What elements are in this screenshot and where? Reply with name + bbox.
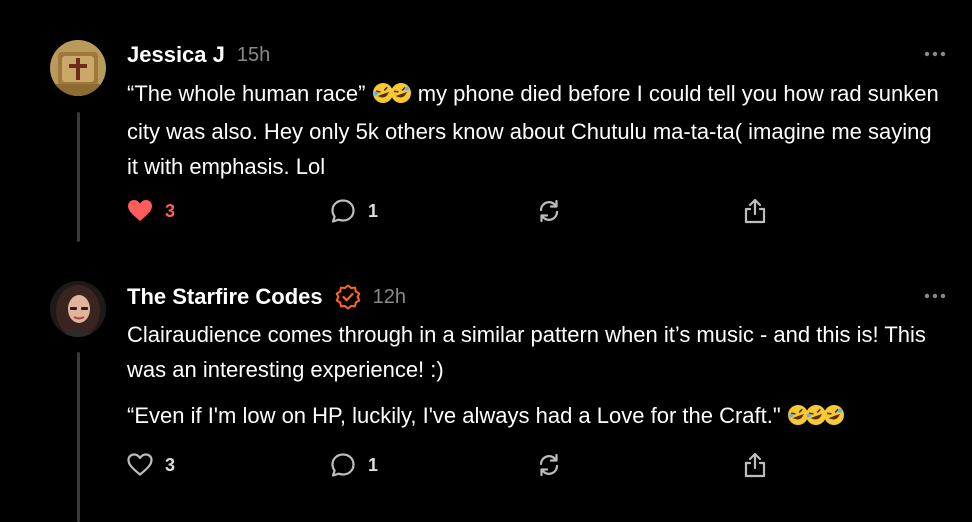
comment-header: The Starfire Codes 12h xyxy=(127,282,406,312)
thread-line xyxy=(77,352,80,522)
comment-paragraph: Clairaudience comes through in a similar… xyxy=(127,322,926,382)
comment-text: “Even if I'm low on HP, luckily, I've al… xyxy=(127,403,781,428)
reply-button[interactable]: 1 xyxy=(330,450,378,480)
heart-icon xyxy=(127,453,153,476)
like-count: 3 xyxy=(165,454,176,475)
comment-paragraph: “The whole human race” my phone died bef… xyxy=(127,76,947,184)
thread-line xyxy=(77,112,80,242)
comment-body: Clairaudience comes through in a similar… xyxy=(127,317,957,436)
avatar[interactable] xyxy=(50,40,106,96)
comment-header: Jessica J 15h xyxy=(127,40,270,70)
like-button[interactable]: 3 xyxy=(127,450,175,480)
like-count: 3 xyxy=(165,200,176,221)
restack-button[interactable] xyxy=(536,196,562,226)
like-button[interactable]: 3 xyxy=(127,196,175,226)
speech-bubble-icon xyxy=(331,453,355,477)
comment-text: “The whole human race” xyxy=(127,81,366,106)
speech-bubble-icon xyxy=(331,199,355,223)
reply-count: 1 xyxy=(368,200,379,221)
share-button[interactable] xyxy=(742,450,768,480)
comment-paragraph: “Even if I'm low on HP, luckily, I've al… xyxy=(127,398,957,436)
comment-actions: 3 1 xyxy=(127,450,787,480)
restack-arrows-icon xyxy=(539,199,559,223)
share-button[interactable] xyxy=(742,196,768,226)
more-dots-icon[interactable] xyxy=(924,292,946,300)
restack-arrows-icon xyxy=(539,453,559,477)
reply-button[interactable]: 1 xyxy=(330,196,378,226)
author-name[interactable]: Jessica J xyxy=(127,42,225,68)
reply-count: 1 xyxy=(368,454,379,475)
comment-body: “The whole human race” my phone died bef… xyxy=(127,76,947,184)
more-dots-icon[interactable] xyxy=(924,50,946,58)
timestamp[interactable]: 15h xyxy=(237,44,270,67)
rolling-on-the-floor-laughing-icon xyxy=(787,401,845,436)
share-icon xyxy=(744,452,766,478)
comment-actions: 3 1 xyxy=(127,196,787,226)
share-icon xyxy=(744,198,766,224)
timestamp[interactable]: 12h xyxy=(373,286,406,309)
avatar[interactable] xyxy=(50,281,106,337)
verified-check-icon xyxy=(335,284,360,310)
restack-button[interactable] xyxy=(536,450,562,480)
heart-icon xyxy=(128,200,152,221)
author-name[interactable]: The Starfire Codes xyxy=(127,284,323,310)
rolling-on-the-floor-laughing-icon xyxy=(372,79,412,114)
